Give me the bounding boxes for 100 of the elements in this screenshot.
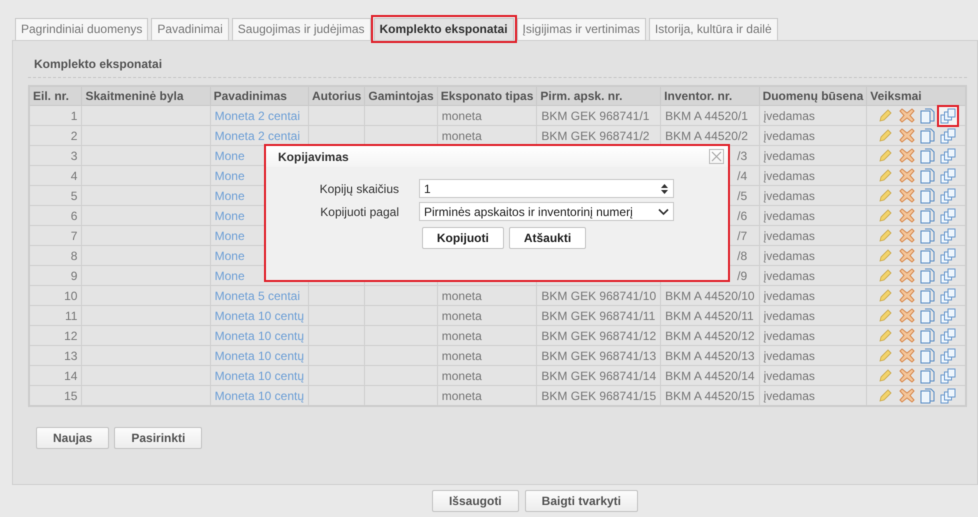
delete-button[interactable] xyxy=(898,347,916,364)
multiple-copy-icon xyxy=(940,248,956,264)
table-cell: moneta xyxy=(442,288,482,302)
footer-button[interactable]: Baigti tvarkyti xyxy=(524,490,638,512)
edit-button[interactable] xyxy=(877,327,894,344)
copy-button[interactable] xyxy=(919,207,936,224)
delete-button[interactable] xyxy=(898,127,916,144)
copy-button[interactable] xyxy=(919,347,936,364)
pencil-icon xyxy=(878,348,894,363)
tab[interactable]: Įsigijimas ir vertinimas xyxy=(516,18,646,40)
table-cell: įvedamas xyxy=(764,308,815,322)
table-cell: įvedamas xyxy=(764,148,815,162)
edit-button[interactable] xyxy=(877,227,894,244)
multiple-copy-icon xyxy=(940,328,956,344)
delete-button[interactable] xyxy=(898,187,916,204)
copy-button[interactable] xyxy=(919,307,936,324)
table-cell: BKM GEK 968741/2 xyxy=(541,128,650,142)
close-button[interactable] xyxy=(709,149,724,164)
copy-button[interactable] xyxy=(919,167,936,184)
edit-button[interactable] xyxy=(877,207,894,224)
copy-button[interactable] xyxy=(919,247,936,264)
delete-icon xyxy=(898,308,915,323)
table-cell: 14 xyxy=(29,366,82,386)
document-copy-icon xyxy=(920,228,936,244)
edit-button[interactable] xyxy=(877,367,894,384)
document-copy-icon xyxy=(920,368,936,384)
table-cell: 5 xyxy=(29,186,82,206)
pencil-icon xyxy=(878,288,894,303)
edit-button[interactable] xyxy=(877,387,894,404)
delete-button[interactable] xyxy=(898,327,916,344)
tab[interactable]: Istorija, kultūra ir dailė xyxy=(648,18,778,40)
pencil-icon xyxy=(878,168,894,183)
table-cell: 2 xyxy=(29,126,82,146)
edit-button[interactable] xyxy=(877,187,894,204)
copy-button[interactable] xyxy=(919,107,936,124)
pencil-icon xyxy=(878,268,894,283)
table-button[interactable]: Naujas xyxy=(36,427,110,449)
table-button[interactable]: Pasirinkti xyxy=(114,427,202,449)
delete-icon xyxy=(898,288,915,303)
delete-button[interactable] xyxy=(898,287,916,304)
copy-button[interactable] xyxy=(919,287,936,304)
table-cell: įvedamas xyxy=(764,168,815,182)
tab[interactable]: Saugojimas ir judėjimas xyxy=(232,18,371,40)
table-cell: BKM A 44520/12 xyxy=(665,328,755,342)
tab[interactable]: Pavadinimai xyxy=(151,18,229,40)
tab[interactable]: Komplekto eksponatai xyxy=(374,18,514,40)
edit-button[interactable] xyxy=(877,247,894,264)
edit-button[interactable] xyxy=(877,307,894,324)
column-header: Gamintojas xyxy=(364,86,438,106)
edit-button[interactable] xyxy=(877,347,894,364)
delete-button[interactable] xyxy=(898,247,916,264)
table-cell: BKM GEK 968741/15 xyxy=(541,388,656,402)
column-header: Pavadinimas xyxy=(210,86,309,106)
multiple-copy-icon xyxy=(940,308,956,324)
copy-button[interactable] xyxy=(919,267,936,284)
table-cell: BKM GEK 968741/11 xyxy=(541,308,656,322)
delete-button[interactable] xyxy=(898,267,916,284)
table-cell: 8 xyxy=(29,246,82,266)
multiple-copy-icon xyxy=(940,388,956,404)
pencil-icon xyxy=(878,328,894,343)
edit-button[interactable] xyxy=(877,127,894,144)
multi-copy-button[interactable] xyxy=(937,104,960,126)
copy-button[interactable] xyxy=(919,147,936,164)
copy-button[interactable] xyxy=(919,187,936,204)
tab[interactable]: Pagrindiniai duomenys xyxy=(15,18,148,40)
delete-button[interactable] xyxy=(898,227,916,244)
copy-button[interactable] xyxy=(919,227,936,244)
table-cell: /7 xyxy=(737,228,748,242)
delete-button[interactable] xyxy=(898,367,916,384)
delete-icon xyxy=(898,108,915,123)
footer-button[interactable]: Išsaugoti xyxy=(432,490,519,512)
edit-button[interactable] xyxy=(877,287,894,304)
table-cell: BKM A 44520/14 xyxy=(665,368,755,382)
delete-button[interactable] xyxy=(898,207,916,224)
copy-button[interactable] xyxy=(919,127,936,144)
delete-button[interactable] xyxy=(898,167,916,184)
number-field[interactable]: 1 xyxy=(419,179,674,198)
edit-button[interactable] xyxy=(877,147,894,164)
table-cell: įvedamas xyxy=(764,228,815,242)
table-cell: BKM GEK 968741/12 xyxy=(541,328,656,342)
delete-button[interactable] xyxy=(898,107,916,124)
delete-button[interactable] xyxy=(898,147,916,164)
dialog-button[interactable]: Kopijuoti xyxy=(422,227,504,249)
table-cell: įvedamas xyxy=(764,288,815,302)
delete-icon xyxy=(898,128,915,143)
dialog-button[interactable]: Atšaukti xyxy=(508,227,586,249)
delete-button[interactable] xyxy=(898,387,916,404)
field-label: Kopijuoti pagal xyxy=(319,204,399,218)
multiple-copy-icon xyxy=(940,268,956,284)
spinner-icon xyxy=(660,182,669,194)
field-label: Kopijų skaičius xyxy=(318,182,399,196)
multiple-copy-icon xyxy=(940,108,956,124)
delete-button[interactable] xyxy=(898,307,916,324)
copy-button[interactable] xyxy=(919,387,936,404)
select-field[interactable]: Pirminės apskaitos ir inventorinį numerį xyxy=(419,202,674,221)
copy-button[interactable] xyxy=(919,327,936,344)
copy-button[interactable] xyxy=(919,367,936,384)
edit-button[interactable] xyxy=(877,267,894,284)
table-cell: BKM A 44520/13 xyxy=(665,348,755,362)
edit-button[interactable] xyxy=(877,167,894,184)
